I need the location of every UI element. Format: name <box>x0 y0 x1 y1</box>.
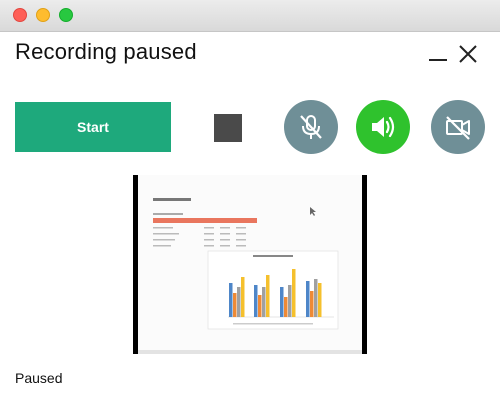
camera-off-icon <box>446 116 470 140</box>
microphone-muted-icon <box>300 115 322 139</box>
zoom-window-traffic-light[interactable] <box>59 8 73 22</box>
close-icon[interactable] <box>458 44 478 64</box>
minimize-icon[interactable] <box>428 44 448 64</box>
status-text: Paused <box>15 370 63 386</box>
minimize-window-traffic-light[interactable] <box>36 8 50 22</box>
start-button[interactable]: Start <box>15 102 171 152</box>
speaker-on-icon <box>372 116 395 138</box>
stop-button[interactable] <box>214 114 242 142</box>
recording-status-title: Recording paused <box>15 39 197 64</box>
window-titlebar <box>0 0 500 32</box>
preview-screen-image <box>138 175 362 354</box>
microphone-toggle-button[interactable] <box>284 100 338 154</box>
screen-preview <box>133 175 367 354</box>
speaker-toggle-button[interactable] <box>356 100 410 154</box>
camera-toggle-button[interactable] <box>431 100 485 154</box>
close-window-traffic-light[interactable] <box>13 8 27 22</box>
